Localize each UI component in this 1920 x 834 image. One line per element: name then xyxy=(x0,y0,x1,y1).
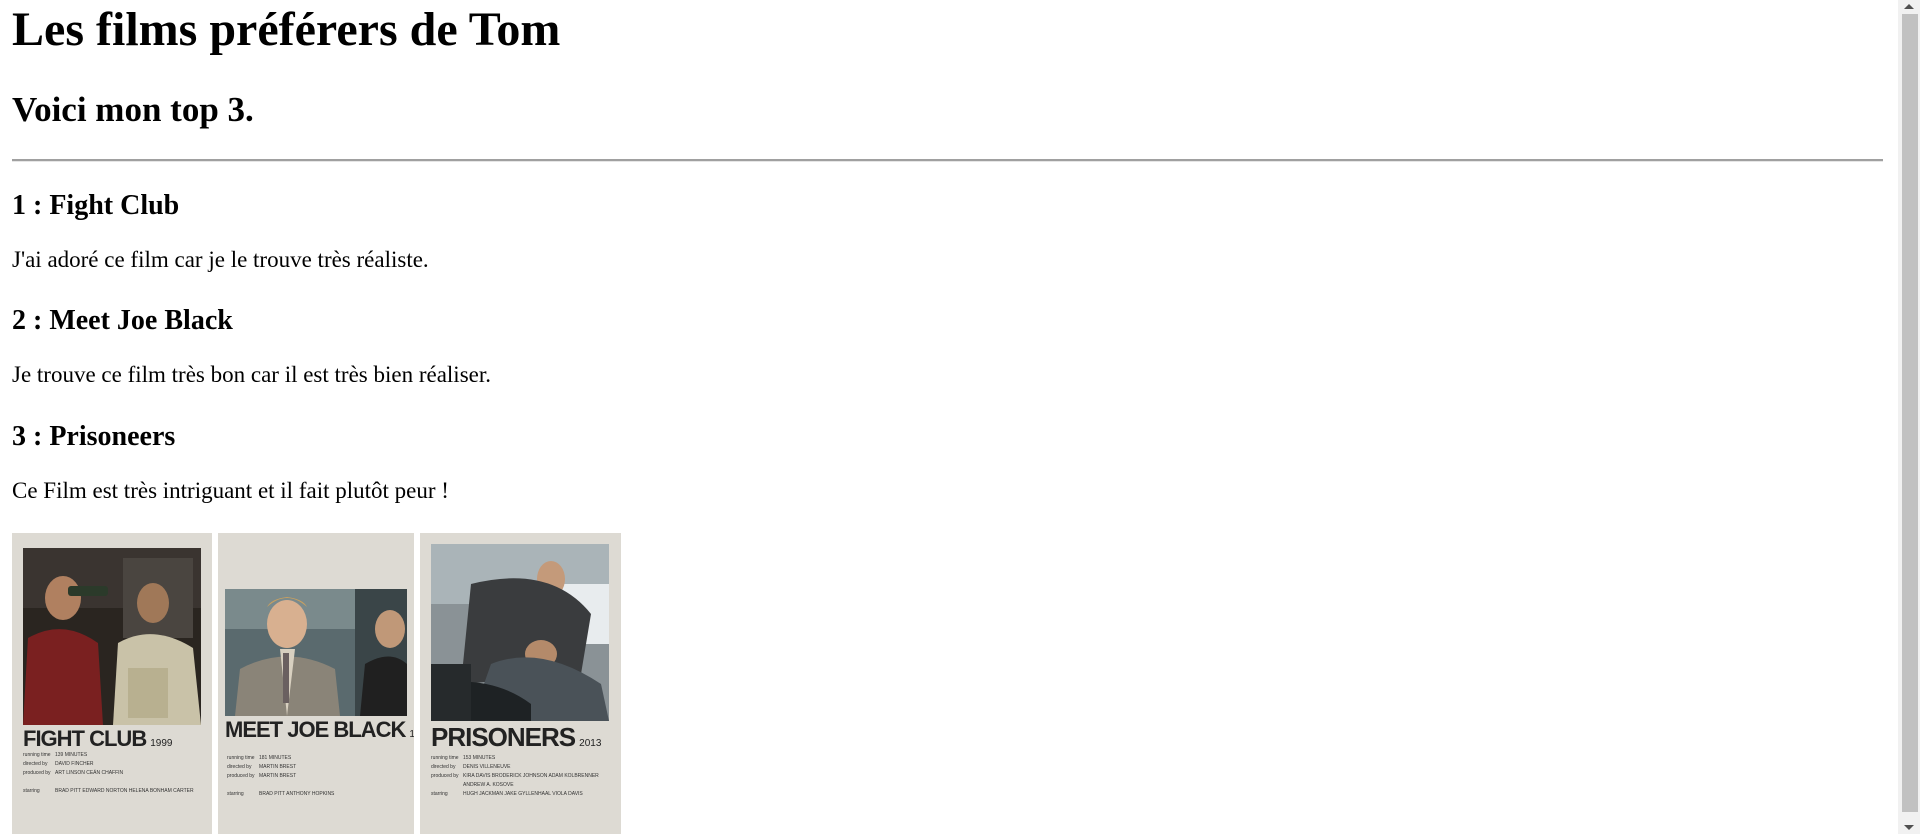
film-heading: 3 : Prisoneers xyxy=(12,421,176,452)
poster-fight-club: FIGHT CLUB 1999 running time 139 MINUTES d… xyxy=(12,533,212,834)
poster-photo xyxy=(431,544,609,721)
scroll-up-arrow-icon[interactable] xyxy=(1904,4,1914,9)
scrollbar-thumb[interactable] xyxy=(1902,14,1918,812)
poster-credits: running time 139 MINUTES directed by DAVID… xyxy=(23,752,194,794)
poster-gallery: FIGHT CLUB 1999 running time 139 MINUTES d… xyxy=(12,533,621,834)
page-subtitle: Voici mon top 3. xyxy=(12,90,254,129)
poster-meet-joe-black: MEET JOE BLACK1998 running time181 MINUT… xyxy=(218,533,414,834)
poster-photo xyxy=(23,548,201,725)
film-comment: Ce Film est très intriguant et il fait p… xyxy=(12,478,449,503)
film-comment: Je trouve ce film très bon car il est tr… xyxy=(12,362,491,387)
poster-title: MEET JOE BLACK1998 xyxy=(225,717,414,742)
divider xyxy=(12,159,1883,162)
poster-credits: running time 153 MINUTES directed by DENIS… xyxy=(431,755,599,797)
film-heading: 2 : Meet Joe Black xyxy=(12,305,233,336)
film-heading: 1 : Fight Club xyxy=(12,190,180,221)
film-entry-2: 2 : Meet Joe Black Je trouve ce film trè… xyxy=(12,304,491,387)
poster-prisoners: PRISONERS 2013 running time 153 MINUTES di… xyxy=(420,533,621,834)
film-entry-3: 3 : Prisoneers Ce Film est très intrigua… xyxy=(12,420,449,503)
vertical-scrollbar[interactable] xyxy=(1898,0,1920,834)
poster-title: FIGHT CLUB 1999 xyxy=(23,726,173,751)
page-title: Les films préférers de Tom xyxy=(12,3,561,56)
poster-photo xyxy=(225,589,407,716)
poster-title: PRISONERS 2013 xyxy=(431,722,602,752)
poster-credits: running time 181 MINUTES directed by MARTI… xyxy=(227,755,335,797)
film-entry-1: 1 : Fight Club J'ai adoré ce film car je… xyxy=(12,189,429,272)
scroll-down-arrow-icon[interactable] xyxy=(1904,825,1914,830)
film-comment: J'ai adoré ce film car je le trouve très… xyxy=(12,247,429,272)
